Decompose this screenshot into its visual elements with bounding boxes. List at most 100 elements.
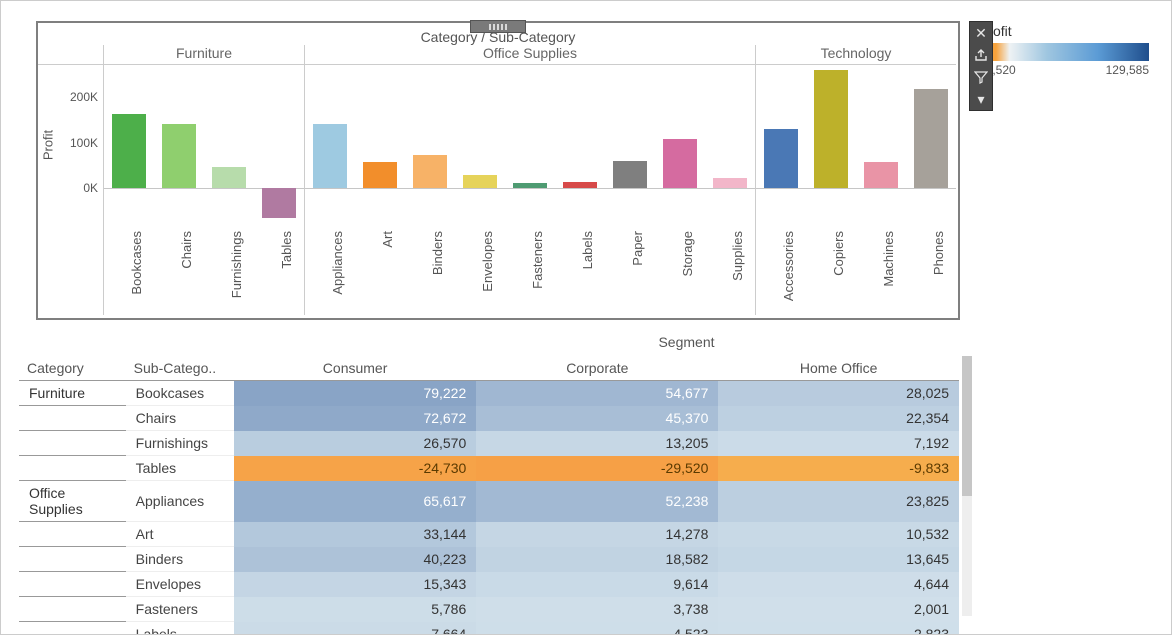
bar[interactable] bbox=[563, 182, 597, 189]
bar-appliances[interactable] bbox=[305, 65, 355, 225]
bar-binders[interactable] bbox=[405, 65, 455, 225]
bar-accessories[interactable] bbox=[756, 65, 806, 225]
bar[interactable] bbox=[212, 167, 246, 188]
heatmap-cell[interactable]: 26,570 bbox=[234, 431, 476, 456]
heatmap-cell[interactable]: 7,664 bbox=[234, 622, 476, 635]
bar-chart-pane[interactable]: Category / Sub-Category FurnitureOffice … bbox=[36, 21, 960, 320]
bar[interactable] bbox=[162, 124, 196, 188]
x-label: Accessories bbox=[756, 225, 806, 315]
scrollbar-thumb[interactable] bbox=[962, 356, 972, 496]
col-header[interactable]: Corporate bbox=[476, 356, 718, 381]
bar[interactable] bbox=[613, 161, 647, 188]
bar-furnishings[interactable] bbox=[204, 65, 254, 225]
table-row[interactable]: FurnitureBookcases79,22254,67728,025 bbox=[19, 381, 959, 406]
table-row[interactable]: Envelopes15,3439,6144,644 bbox=[19, 572, 959, 597]
x-label: Furnishings bbox=[204, 225, 254, 315]
row-subcategory: Envelopes bbox=[126, 572, 234, 597]
heatmap-cell[interactable]: 45,370 bbox=[476, 406, 718, 431]
bar[interactable] bbox=[413, 155, 447, 188]
heatmap-cell[interactable]: 15,343 bbox=[234, 572, 476, 597]
heatmap-cell[interactable]: -29,520 bbox=[476, 456, 718, 481]
heatmap-cell[interactable]: 4,644 bbox=[718, 572, 959, 597]
heatmap-cell[interactable]: 52,238 bbox=[476, 481, 718, 522]
bar-envelopes[interactable] bbox=[455, 65, 505, 225]
x-label: Art bbox=[355, 225, 405, 315]
bar[interactable] bbox=[814, 70, 848, 188]
heatmap-cell[interactable]: 9,614 bbox=[476, 572, 718, 597]
bar[interactable] bbox=[713, 178, 747, 188]
heatmap-cell[interactable]: 54,677 bbox=[476, 381, 718, 406]
bar[interactable] bbox=[864, 162, 898, 189]
heatmap-cell[interactable]: -24,730 bbox=[234, 456, 476, 481]
heatmap-cell[interactable]: 33,144 bbox=[234, 522, 476, 547]
table-row[interactable]: Labels7,6644,5232,823 bbox=[19, 622, 959, 635]
col-header[interactable]: Category bbox=[19, 356, 126, 381]
bar-tables[interactable] bbox=[254, 65, 304, 225]
heatmap-cell[interactable]: 7,192 bbox=[718, 431, 959, 456]
bar[interactable] bbox=[513, 183, 547, 188]
table-row[interactable]: Fasteners5,7863,7382,001 bbox=[19, 597, 959, 622]
bar[interactable] bbox=[914, 89, 948, 188]
bar[interactable] bbox=[262, 188, 296, 217]
bar-bookcases[interactable] bbox=[104, 65, 154, 225]
pane-drag-handle[interactable] bbox=[470, 20, 526, 33]
bar-fasteners[interactable] bbox=[505, 65, 555, 225]
heatmap-cell[interactable]: 28,025 bbox=[718, 381, 959, 406]
bar-machines[interactable] bbox=[856, 65, 906, 225]
heatmap-cell[interactable]: 13,645 bbox=[718, 547, 959, 572]
bar-copiers[interactable] bbox=[806, 65, 856, 225]
heatmap-cell[interactable]: 18,582 bbox=[476, 547, 718, 572]
col-header[interactable]: Sub-Catego.. bbox=[126, 356, 234, 381]
row-category bbox=[19, 456, 126, 481]
heatmap-cell[interactable]: -9,833 bbox=[718, 456, 959, 481]
heatmap-cell[interactable]: 23,825 bbox=[718, 481, 959, 522]
heatmap-cell[interactable]: 3,738 bbox=[476, 597, 718, 622]
bar[interactable] bbox=[764, 129, 798, 188]
heatmap-cell[interactable]: 65,617 bbox=[234, 481, 476, 522]
col-header[interactable]: Consumer bbox=[234, 356, 476, 381]
legend-gradient bbox=[979, 43, 1149, 61]
row-subcategory: Appliances bbox=[126, 481, 234, 522]
heatmap-cell[interactable]: 4,523 bbox=[476, 622, 718, 635]
bar-labels[interactable] bbox=[555, 65, 605, 225]
bar[interactable] bbox=[463, 175, 497, 189]
heatmap-table[interactable]: CategorySub-Catego..ConsumerCorporateHom… bbox=[19, 356, 959, 635]
bar-supplies[interactable] bbox=[705, 65, 755, 225]
bar[interactable] bbox=[112, 114, 146, 188]
export-icon[interactable] bbox=[970, 44, 992, 66]
row-subcategory: Tables bbox=[126, 456, 234, 481]
bar[interactable] bbox=[363, 162, 397, 188]
heatmap-cell[interactable]: 10,532 bbox=[718, 522, 959, 547]
col-header[interactable]: Home Office bbox=[718, 356, 959, 381]
bar[interactable] bbox=[663, 139, 697, 189]
table-row[interactable]: Tables-24,730-29,520-9,833 bbox=[19, 456, 959, 481]
table-scrollbar[interactable] bbox=[962, 356, 972, 616]
row-subcategory: Bookcases bbox=[126, 381, 234, 406]
bar-phones[interactable] bbox=[906, 65, 956, 225]
heatmap-cell[interactable]: 22,354 bbox=[718, 406, 959, 431]
bar-art[interactable] bbox=[355, 65, 405, 225]
table-row[interactable]: Chairs72,67245,37022,354 bbox=[19, 406, 959, 431]
heatmap-cell[interactable]: 72,672 bbox=[234, 406, 476, 431]
heatmap-cell[interactable]: 13,205 bbox=[476, 431, 718, 456]
heatmap-cell[interactable]: 2,823 bbox=[718, 622, 959, 635]
table-row[interactable]: Binders40,22318,58213,645 bbox=[19, 547, 959, 572]
table-row[interactable]: Art33,14414,27810,532 bbox=[19, 522, 959, 547]
heatmap-cell[interactable]: 14,278 bbox=[476, 522, 718, 547]
bar-storage[interactable] bbox=[655, 65, 705, 225]
bar-paper[interactable] bbox=[605, 65, 655, 225]
heatmap-cell[interactable]: 5,786 bbox=[234, 597, 476, 622]
category-header: Office Supplies bbox=[304, 45, 755, 65]
table-row[interactable]: Furnishings26,57013,2057,192 bbox=[19, 431, 959, 456]
heatmap-cell[interactable]: 79,222 bbox=[234, 381, 476, 406]
close-icon[interactable]: ✕ bbox=[970, 22, 992, 44]
heatmap-cell[interactable]: 2,001 bbox=[718, 597, 959, 622]
table-row[interactable]: OfficeSuppliesAppliances65,61752,23823,8… bbox=[19, 481, 959, 522]
filter-icon[interactable] bbox=[970, 66, 992, 88]
bar[interactable] bbox=[313, 124, 347, 189]
chevron-down-icon[interactable]: ▾ bbox=[970, 88, 992, 110]
heatmap-cell[interactable]: 40,223 bbox=[234, 547, 476, 572]
category-header: Furniture bbox=[103, 45, 304, 65]
bar-chairs[interactable] bbox=[154, 65, 204, 225]
row-category: OfficeSupplies bbox=[19, 481, 126, 522]
